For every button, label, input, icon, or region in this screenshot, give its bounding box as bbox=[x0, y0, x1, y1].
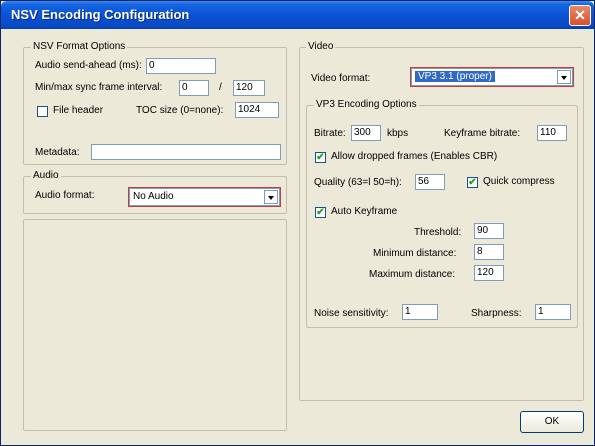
sendahead-input[interactable]: 0 bbox=[146, 58, 216, 74]
sync-max-input[interactable]: 120 bbox=[233, 80, 265, 96]
vp3-options-group-label: VP3 Encoding Options bbox=[314, 99, 419, 110]
sharpness-input[interactable]: 1 bbox=[535, 304, 571, 320]
sync-separator: / bbox=[219, 82, 222, 93]
nsv-format-group-label: NSV Format Options bbox=[31, 41, 128, 52]
close-icon[interactable]: ✕ bbox=[569, 5, 591, 26]
ok-button[interactable]: OK bbox=[520, 411, 584, 433]
quick-compress-checkbox[interactable]: ✔ bbox=[467, 177, 478, 188]
metadata-input[interactable] bbox=[91, 144, 281, 160]
toc-size-label: TOC size (0=none): bbox=[136, 105, 224, 116]
maximum-distance-input[interactable]: 120 bbox=[474, 265, 504, 281]
encoding-config-dialog: NSV Encoding Configuration ✕ NSV Format … bbox=[0, 0, 595, 446]
threshold-input[interactable]: 90 bbox=[474, 223, 504, 239]
bitrate-label: Bitrate: bbox=[314, 128, 346, 139]
threshold-label: Threshold: bbox=[414, 227, 462, 238]
metadata-label: Metadata: bbox=[35, 147, 80, 158]
minimum-distance-label: Minimum distance: bbox=[373, 248, 457, 259]
bitrate-unit: kbps bbox=[387, 128, 409, 139]
file-header-label: File header bbox=[53, 105, 104, 116]
sendahead-label: Audio send-ahead (ms): bbox=[35, 60, 142, 71]
keyframe-bitrate-input[interactable]: 110 bbox=[537, 125, 567, 141]
video-format-value: VP3 3.1 (proper) bbox=[415, 71, 495, 82]
video-format-label: Video format: bbox=[311, 73, 371, 84]
audio-format-select[interactable]: No Audio bbox=[128, 187, 281, 207]
left-lower-panel bbox=[23, 219, 287, 431]
sync-interval-label: Min/max sync frame interval: bbox=[35, 82, 163, 93]
maximum-distance-label: Maximum distance: bbox=[369, 269, 456, 280]
audio-format-label: Audio format: bbox=[35, 190, 95, 201]
auto-keyframe-label: Auto Keyframe bbox=[331, 206, 398, 217]
keyframe-bitrate-label: Keyframe bitrate: bbox=[444, 128, 521, 139]
file-header-checkbox[interactable] bbox=[37, 106, 48, 117]
video-group-label: Video bbox=[306, 41, 336, 52]
bitrate-input[interactable]: 300 bbox=[351, 125, 381, 141]
quick-compress-label: Quick compress bbox=[483, 176, 555, 187]
window-title: NSV Encoding Configuration bbox=[11, 7, 190, 22]
quality-input[interactable]: 56 bbox=[415, 174, 445, 190]
noise-sensitivity-input[interactable]: 1 bbox=[402, 304, 438, 320]
title-bar[interactable]: NSV Encoding Configuration ✕ bbox=[1, 1, 594, 29]
quality-label: Quality (63=l 50=h): bbox=[314, 177, 402, 188]
noise-sensitivity-label: Noise sensitivity: bbox=[314, 308, 389, 319]
auto-keyframe-checkbox[interactable]: ✔ bbox=[315, 207, 326, 218]
audio-format-value: No Audio bbox=[133, 191, 174, 202]
minimum-distance-input[interactable]: 8 bbox=[474, 244, 504, 260]
chevron-down-icon[interactable] bbox=[557, 70, 571, 84]
sharpness-label: Sharpness: bbox=[471, 308, 522, 319]
toc-size-input[interactable]: 1024 bbox=[235, 102, 279, 118]
allow-dropped-frames-label: Allow dropped frames (Enables CBR) bbox=[331, 151, 498, 162]
chevron-down-icon[interactable] bbox=[264, 190, 278, 204]
allow-dropped-frames-checkbox[interactable]: ✔ bbox=[315, 152, 326, 163]
video-format-select[interactable]: VP3 3.1 (proper) bbox=[410, 67, 574, 87]
sync-min-input[interactable]: 0 bbox=[179, 80, 209, 96]
audio-group-label: Audio bbox=[31, 170, 61, 181]
